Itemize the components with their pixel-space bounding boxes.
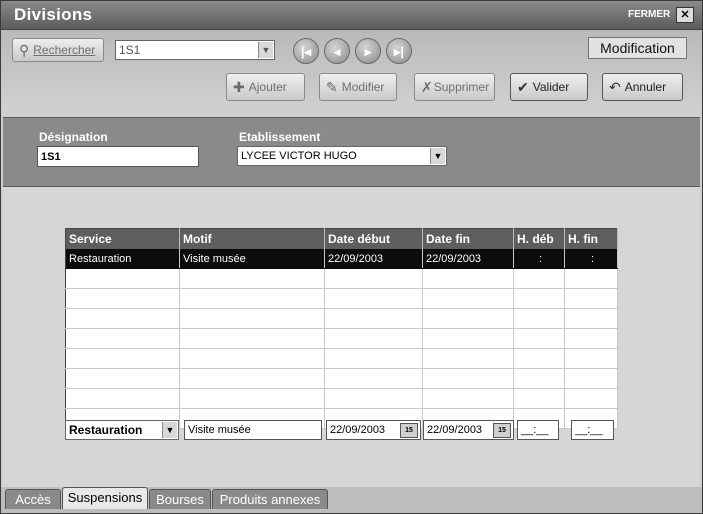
- toolbar: ⚲ Rechercher 1S1 ▼ |◂ ◂ ▸ ▸| Modificatio…: [1, 30, 702, 106]
- tab-suspensions[interactable]: Suspensions: [62, 487, 148, 509]
- designation-label: Désignation: [39, 130, 108, 144]
- mode-indicator: Modification: [588, 37, 687, 59]
- cell-motif: Visite musée: [179, 249, 325, 269]
- cell-hour-start: :: [513, 249, 565, 269]
- cancel-button[interactable]: ↶ Annuler: [602, 73, 683, 101]
- empty-row[interactable]: [65, 348, 618, 369]
- add-button[interactable]: ✚ Ajouter: [226, 73, 305, 101]
- window-title: Divisions: [14, 5, 93, 24]
- empty-row[interactable]: [65, 388, 618, 409]
- edit-button-label: Modifier: [341, 80, 385, 94]
- date-end-value: 22/09/2003: [427, 424, 483, 436]
- empty-row[interactable]: [65, 328, 618, 349]
- cancel-button-label: Annuler: [624, 80, 667, 94]
- bottom-tab-bar: Accès Suspensions Bourses Produits annex…: [1, 487, 702, 513]
- tab-acces[interactable]: Accès: [5, 489, 61, 509]
- column-header-date-end[interactable]: Date fin: [422, 228, 514, 249]
- tab-produits-annexes[interactable]: Produits annexes: [212, 489, 328, 509]
- empty-row[interactable]: [65, 368, 618, 389]
- column-header-date-start[interactable]: Date début: [324, 228, 423, 249]
- division-select-value: 1S1: [119, 43, 141, 57]
- delete-icon: ✗: [421, 78, 433, 95]
- column-header-hour-start[interactable]: H. déb: [513, 228, 565, 249]
- validate-button[interactable]: ✔ Valider: [510, 73, 588, 101]
- date-end-input[interactable]: 22/09/2003 15: [423, 420, 514, 440]
- suspensions-table: Service Motif Date début Date fin H. déb…: [65, 228, 618, 429]
- chevron-down-icon[interactable]: ▼: [162, 422, 177, 438]
- chevron-down-icon[interactable]: ▼: [430, 148, 445, 164]
- cell-date-end: 22/09/2003: [422, 249, 514, 269]
- validate-button-label: Valider: [532, 80, 570, 94]
- empty-row[interactable]: [65, 268, 618, 289]
- empty-row[interactable]: [65, 288, 618, 309]
- motif-input-value: Visite musée: [188, 424, 251, 436]
- division-header-panel: Désignation 1S1 Etablissement LYCEE VICT…: [3, 117, 700, 187]
- edit-button[interactable]: ✎ Modifier: [319, 73, 397, 101]
- tab-bourses[interactable]: Bourses: [149, 489, 211, 509]
- motif-input[interactable]: Visite musée: [184, 420, 322, 440]
- title-bar: Divisions FERMER ✕: [1, 1, 702, 30]
- pencil-icon: ✎: [326, 78, 338, 95]
- date-start-input[interactable]: 22/09/2003 15: [326, 420, 421, 440]
- designation-value: 1S1: [41, 150, 61, 163]
- table-row[interactable]: Restauration Visite musée 22/09/2003 22/…: [65, 249, 618, 269]
- chevron-down-icon[interactable]: ▼: [258, 42, 273, 58]
- first-record-icon[interactable]: |◂: [293, 38, 319, 64]
- hour-end-value: __:__: [575, 424, 603, 436]
- date-start-value: 22/09/2003: [330, 424, 386, 436]
- checkmark-icon: ✔: [517, 78, 529, 95]
- calendar-icon[interactable]: 15: [493, 423, 511, 438]
- table-header-row: Service Motif Date début Date fin H. déb…: [65, 228, 618, 249]
- close-label[interactable]: FERMER: [628, 9, 670, 20]
- service-select-value: Restauration: [69, 423, 143, 437]
- cell-hour-end: :: [564, 249, 618, 269]
- search-button[interactable]: ⚲ Rechercher: [12, 38, 104, 62]
- establishment-select[interactable]: LYCEE VICTOR HUGO ▼: [237, 146, 447, 166]
- cell-service: Restauration: [65, 249, 180, 269]
- search-button-label: Rechercher: [33, 43, 96, 57]
- next-record-icon[interactable]: ▸: [355, 38, 381, 64]
- hour-start-input[interactable]: __:__: [517, 420, 559, 440]
- add-button-label: Ajouter: [248, 80, 287, 94]
- previous-record-icon[interactable]: ◂: [324, 38, 350, 64]
- column-header-hour-end[interactable]: H. fin: [564, 228, 618, 249]
- hour-start-value: __:__: [521, 424, 549, 436]
- establishment-label: Etablissement: [239, 130, 321, 144]
- last-record-icon[interactable]: ▸|: [386, 38, 412, 64]
- delete-button-label: Supprimer: [433, 80, 490, 94]
- divisions-window: Divisions FERMER ✕ ⚲ Rechercher 1S1 ▼ |◂…: [0, 0, 703, 514]
- empty-row[interactable]: [65, 308, 618, 329]
- delete-button[interactable]: ✗ Supprimer: [414, 73, 495, 101]
- establishment-value: LYCEE VICTOR HUGO: [241, 150, 357, 162]
- close-icon[interactable]: ✕: [676, 7, 694, 23]
- designation-field[interactable]: 1S1: [37, 146, 199, 167]
- division-select[interactable]: 1S1 ▼: [115, 40, 275, 60]
- cell-date-start: 22/09/2003: [324, 249, 423, 269]
- magnifier-icon: ⚲: [19, 41, 30, 58]
- column-header-service[interactable]: Service: [65, 228, 180, 249]
- undo-arrow-icon: ↶: [609, 78, 621, 95]
- plus-icon: ✚: [233, 78, 245, 95]
- hour-end-input[interactable]: __:__: [571, 420, 614, 440]
- column-header-motif[interactable]: Motif: [179, 228, 325, 249]
- calendar-icon[interactable]: 15: [400, 423, 418, 438]
- service-select[interactable]: Restauration ▼: [65, 420, 179, 440]
